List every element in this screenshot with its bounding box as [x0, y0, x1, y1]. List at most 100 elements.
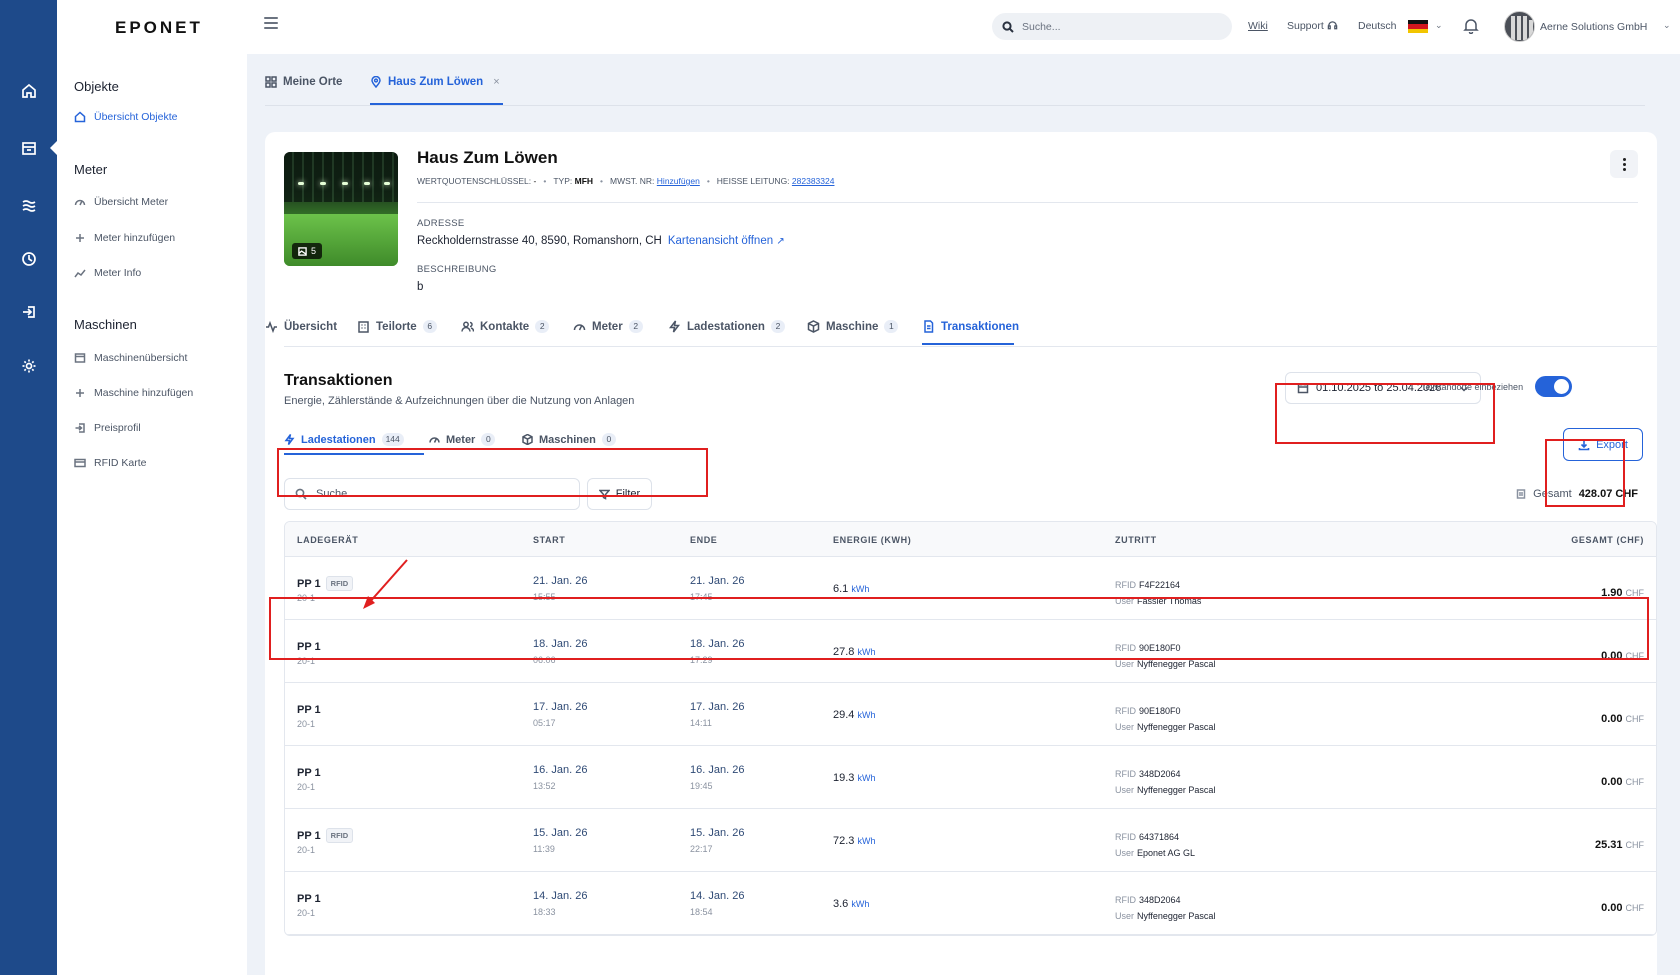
include-substations-toggle[interactable] [1535, 376, 1572, 397]
language-selector[interactable]: Deutsch [1358, 20, 1397, 32]
support-link[interactable]: Support [1287, 20, 1324, 32]
device-name: PP 1 [297, 704, 321, 716]
tab-kontakte[interactable]: Kontakte 2 [461, 320, 550, 333]
annotation-box-subtabs [277, 448, 708, 497]
tab-divider [284, 346, 1657, 347]
waves-icon[interactable] [0, 185, 57, 225]
sidebar-section-objekte: Objekte [74, 79, 119, 94]
table-row[interactable]: PP 1 20-1 17. Jan. 26 05:17 17. Jan. 26 14:11… [285, 683, 1656, 746]
amount-unit: CHF [1625, 903, 1645, 913]
sidebar-item-uebersicht-objekte[interactable]: Übersicht Objekte [74, 111, 177, 123]
sidebar-item-preisprofil[interactable]: Preisprofil [74, 422, 141, 434]
energy-cell: 3.6 kWh [833, 898, 869, 910]
tab-teilorte[interactable]: Teilorte 6 [357, 320, 437, 333]
tab-maschine[interactable]: Maschine 1 [807, 320, 899, 333]
global-search-input[interactable]: Suche... [992, 13, 1232, 40]
table-header: LADEGERÄT START ENDE ENERGIE (KWH) ZUTRI… [285, 522, 1656, 557]
home-icon[interactable] [0, 71, 57, 111]
tab-haus-zum-loewen[interactable]: Haus Zum Löwen × [370, 76, 500, 88]
end-date: 14. Jan. 26 [690, 890, 745, 902]
table-row[interactable]: PP 1 20-1 14. Jan. 26 18:33 14. Jan. 26 18:54… [285, 872, 1656, 935]
clock-icon[interactable] [0, 239, 57, 279]
location-card: 5 Haus Zum Löwen WERTQUOTENSCHLÜSSEL: - … [265, 132, 1657, 975]
amount-cell: 0.00 CHF [1601, 772, 1644, 790]
trend-icon [74, 269, 86, 278]
end-date: 21. Jan. 26 [690, 575, 745, 587]
sidebar-section-meter: Meter [74, 162, 108, 177]
tab-uebersicht[interactable]: Übersicht [265, 320, 337, 333]
device-cell: PP 1 RFID [297, 574, 354, 592]
company-name[interactable]: Aerne Solutions GmbH [1540, 21, 1647, 33]
section-title: Transaktionen [284, 372, 393, 389]
table-row[interactable]: PP 1 20-1 16. Jan. 26 13:52 16. Jan. 26 19:45… [285, 746, 1656, 809]
machine-icon [74, 353, 86, 363]
col-ladegeraet[interactable]: LADEGERÄT [297, 535, 358, 545]
chevron-down-icon[interactable]: ⌄ [1435, 20, 1443, 31]
sidebar-item-meter-hinzufuegen[interactable]: Meter hinzufügen [74, 232, 175, 244]
tab-divider [265, 105, 1645, 106]
plus-icon [76, 389, 84, 397]
tab-ladestationen[interactable]: Ladestationen 2 [668, 320, 785, 333]
amount-unit: CHF [1625, 840, 1645, 850]
login-icon [75, 423, 85, 433]
sidebar-item-uebersicht-meter[interactable]: Übersicht Meter [74, 196, 168, 208]
sidebar-item-meter-info[interactable]: Meter Info [74, 267, 141, 279]
col-zutritt[interactable]: ZUTRITT [1115, 535, 1157, 545]
sidebar-item-maschinenuebersicht[interactable]: Maschinenübersicht [74, 352, 187, 364]
sidebar-item-label: Maschinenübersicht [94, 352, 188, 364]
avatar[interactable] [1504, 11, 1535, 42]
tab-meter[interactable]: Meter 2 [573, 320, 643, 333]
tab-transaktionen[interactable]: Transaktionen [922, 320, 1019, 333]
count-badge: 6 [422, 320, 437, 333]
close-icon[interactable]: × [493, 76, 499, 88]
more-options-icon[interactable] [1610, 150, 1638, 178]
sidebar-item-rfid-karte[interactable]: RFID Karte [74, 457, 147, 469]
activity-icon [266, 320, 277, 333]
search-icon [1002, 20, 1014, 33]
wiki-link[interactable]: Wiki [1248, 20, 1268, 32]
location-meta: WERTQUOTENSCHLÜSSEL: - • TYP: MFH • MWST… [417, 176, 835, 186]
start-time: 18:33 [533, 907, 556, 917]
address-label: ADRESSE [417, 218, 465, 229]
sidebar-item-label: Maschine hinzufügen [94, 387, 194, 399]
tab-label: Meine Orte [283, 76, 343, 88]
rfid-badge: RFID [325, 828, 354, 843]
device-cell: PP 1 [297, 763, 321, 781]
table-row[interactable]: PP 1 RFID 20-1 15. Jan. 26 11:39 15. Jan. 26 2… [285, 809, 1656, 872]
count-badge: 2 [535, 320, 550, 333]
tab-meine-orte[interactable]: Meine Orte [265, 76, 342, 88]
col-gesamt[interactable]: GESAMT (CHF) [1571, 535, 1644, 545]
home-icon [74, 111, 86, 123]
location-photo[interactable]: 5 [284, 152, 398, 266]
col-energie[interactable]: ENERGIE (KWH) [833, 535, 911, 545]
building-icon[interactable] [0, 128, 57, 168]
subtab-ladestationen[interactable]: Ladestationen 144 [284, 433, 404, 446]
gauge-icon [573, 324, 586, 331]
sidebar-item-label: Preisprofil [94, 422, 141, 434]
settings-icon[interactable] [0, 346, 57, 386]
map-view-link[interactable]: Kartenansicht öffnen [668, 235, 773, 247]
sidebar-item-maschine-hinzufuegen[interactable]: Maschine hinzufügen [74, 387, 193, 399]
subtab-meter[interactable]: Meter 0 [429, 433, 496, 446]
col-start[interactable]: START [533, 535, 565, 545]
sidebar-item-label: Übersicht Objekte [94, 111, 178, 123]
start-date: 16. Jan. 26 [533, 764, 588, 776]
chevron-down-icon[interactable]: ⌄ [1663, 20, 1671, 31]
gauge-icon [429, 437, 440, 443]
col-ende[interactable]: ENDE [690, 535, 717, 545]
building-icon [358, 321, 369, 333]
device-sub: 20-1 [297, 719, 316, 729]
location-title: Haus Zum Löwen [417, 148, 558, 167]
mwst-add-link[interactable]: Hinzufügen [657, 176, 700, 186]
amount-value: 25.31 [1594, 839, 1623, 851]
amount-cell: 0.00 CHF [1601, 709, 1644, 727]
sidebar-item-label: Meter Info [94, 267, 142, 279]
access-user: User Nyffenegger Pascal [1115, 722, 1216, 732]
energy-cell: 6.1 kWh [833, 583, 869, 595]
hotline-link[interactable]: 282383324 [792, 176, 835, 186]
menu-icon[interactable] [264, 17, 278, 29]
bell-icon[interactable] [1463, 17, 1479, 39]
subtab-maschinen[interactable]: Maschinen 0 [522, 433, 616, 446]
top-bar: Suche... Wiki Support Deutsch ⌄ Aerne So… [247, 0, 1680, 54]
login-icon[interactable] [0, 292, 57, 332]
